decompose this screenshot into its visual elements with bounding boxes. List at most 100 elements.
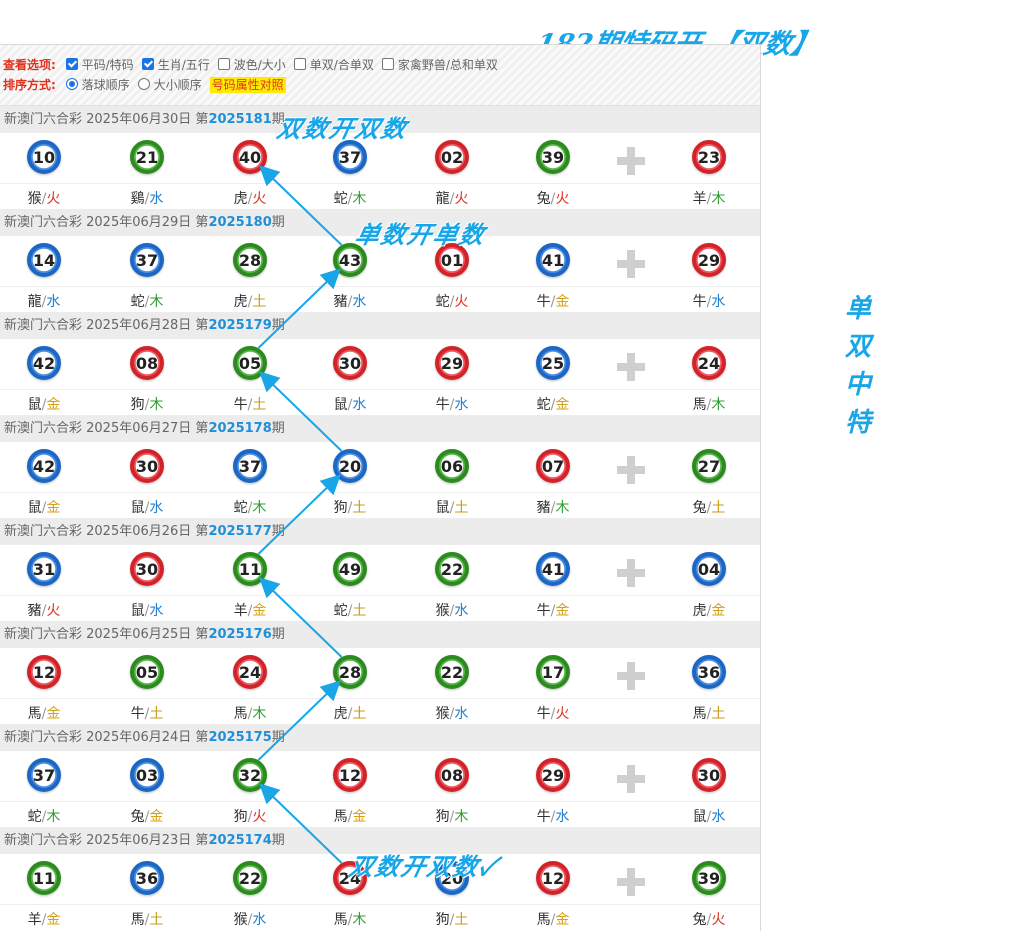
- element: 金: [252, 603, 267, 619]
- sort-option-0[interactable]: 落球顺序: [65, 76, 130, 94]
- zodiac-element-label: 羊/金: [14, 909, 74, 929]
- zodiac: 羊: [233, 603, 248, 619]
- label-row: 蛇/木 兔/金 狗/火 馬/金 狗/木 牛/水 鼠/水: [0, 801, 760, 828]
- view-option-4[interactable]: 家禽野兽/总和单双: [381, 56, 498, 74]
- element: 水: [454, 397, 469, 413]
- view-options: 查看选项: 平码/特码 生肖/五行 波色/大小 单双/合单双 家禽野兽/总和单双: [3, 56, 506, 74]
- zodiac-element-label: 猴/水: [220, 909, 280, 929]
- zodiac-element-label: 鷄/水: [117, 188, 177, 208]
- number-ball: 21: [130, 140, 164, 174]
- zodiac-element-label: 豬/木: [523, 497, 583, 517]
- draw-suffix: 期: [271, 421, 285, 436]
- element: 金: [555, 603, 570, 619]
- element: 土: [711, 706, 726, 722]
- checkbox[interactable]: [141, 58, 154, 70]
- element: 水: [149, 603, 164, 619]
- draw-header: 新澳门六合彩 2025年06月27日 第2025178期: [0, 415, 760, 442]
- number-ball: 40: [233, 140, 267, 174]
- element: 火: [454, 294, 469, 310]
- ball-row: 12 05 24 28 22 17 36: [0, 648, 760, 698]
- options-bar: 查看选项: 平码/特码 生肖/五行 波色/大小 单双/合单双 家禽野兽/总和单双 排序方…: [0, 45, 760, 106]
- draw-date: 新澳门六合彩 2025年06月24日 第: [4, 730, 209, 745]
- zodiac-element-label: 狗/木: [422, 806, 482, 826]
- zodiac-element-label: 羊/金: [220, 600, 280, 620]
- element: 木: [352, 191, 367, 207]
- checkbox[interactable]: [293, 58, 306, 70]
- element: 木: [555, 500, 570, 516]
- zodiac: 鼠: [130, 603, 145, 619]
- number-ball: 30: [333, 346, 367, 380]
- ball-row: 42 30 37 20 06 07 27: [0, 442, 760, 492]
- element: 水: [352, 294, 367, 310]
- zodiac-element-label: 馬/金: [14, 703, 74, 723]
- zodiac-element-label: 馬/土: [679, 703, 739, 723]
- element: 金: [555, 397, 570, 413]
- number-ball: 49: [333, 552, 367, 586]
- draw-suffix: 期: [271, 833, 285, 848]
- element: 土: [149, 706, 164, 722]
- element: 火: [46, 191, 61, 207]
- number-ball: 08: [130, 346, 164, 380]
- draw-header: 新澳门六合彩 2025年06月26日 第2025177期: [0, 518, 760, 545]
- zodiac-element-label: 龍/水: [14, 291, 74, 311]
- checkbox[interactable]: [217, 58, 230, 70]
- zodiac: 馬: [692, 706, 707, 722]
- zodiac: 蛇: [333, 603, 348, 619]
- radio-button[interactable]: [65, 78, 78, 90]
- zodiac: 馬: [130, 912, 145, 928]
- element: 水: [711, 809, 726, 825]
- zodiac-element-label: 蛇/木: [320, 188, 380, 208]
- zodiac-element-label: 蛇/土: [320, 600, 380, 620]
- checkbox[interactable]: [65, 58, 78, 70]
- zodiac: 牛: [536, 809, 551, 825]
- sort-option-1[interactable]: 大小顺序: [137, 76, 202, 94]
- zodiac: 羊: [27, 912, 42, 928]
- radio-button[interactable]: [137, 78, 150, 90]
- view-option-1[interactable]: 生肖/五行: [141, 56, 210, 74]
- number-ball: 37: [233, 449, 267, 483]
- element: 木: [352, 912, 367, 928]
- draw-date: 新澳门六合彩 2025年06月27日 第: [4, 421, 209, 436]
- compare-button[interactable]: 号码属性对照: [209, 77, 286, 93]
- draw-header: 新澳门六合彩 2025年06月25日 第2025176期: [0, 621, 760, 648]
- number-ball: 20: [333, 449, 367, 483]
- zodiac: 牛: [536, 603, 551, 619]
- sort-option-label: 落球顺序: [81, 78, 130, 92]
- label-row: 猴/火 鷄/水 虎/火 蛇/木 龍/火 兔/火 羊/木: [0, 183, 760, 210]
- checkbox[interactable]: [381, 58, 394, 70]
- zodiac-element-label: 羊/木: [679, 188, 739, 208]
- element: 木: [46, 809, 61, 825]
- element: 木: [252, 500, 267, 516]
- number-ball: 41: [536, 243, 570, 277]
- zodiac: 羊: [692, 191, 707, 207]
- draw-period: 2025177: [208, 524, 272, 539]
- draw-row: 新澳门六合彩 2025年06月26日 第2025177期 31 30 11 49 22 41…: [0, 518, 760, 621]
- view-option-label: 平码/特码: [81, 58, 134, 72]
- element: 火: [555, 191, 570, 207]
- zodiac: 豬: [536, 500, 551, 516]
- number-ball: 22: [435, 552, 469, 586]
- view-options-label: 查看选项:: [3, 58, 56, 72]
- view-option-3[interactable]: 单双/合单双: [293, 56, 374, 74]
- zodiac-element-label: 猴/水: [422, 703, 482, 723]
- element: 火: [454, 191, 469, 207]
- ball-row: 37 03 32 12 08 29 30: [0, 751, 760, 801]
- number-ball: 22: [233, 861, 267, 895]
- plus-icon: [617, 456, 645, 484]
- side-char: 双: [844, 332, 871, 362]
- zodiac-element-label: 牛/金: [523, 291, 583, 311]
- special-ball: 36: [692, 655, 726, 689]
- view-option-2[interactable]: 波色/大小: [217, 56, 286, 74]
- side-char: 特: [844, 408, 871, 438]
- view-option-0[interactable]: 平码/特码: [65, 56, 134, 74]
- zodiac-element-label: 鼠/水: [117, 600, 177, 620]
- number-ball: 30: [130, 449, 164, 483]
- zodiac-element-label: 狗/土: [320, 497, 380, 517]
- zodiac: 鼠: [435, 500, 450, 516]
- element: 土: [252, 294, 267, 310]
- zodiac: 牛: [536, 706, 551, 722]
- side-char: 单: [844, 294, 871, 324]
- zodiac-element-label: 馬/土: [117, 909, 177, 929]
- number-ball: 39: [536, 140, 570, 174]
- zodiac: 馬: [692, 397, 707, 413]
